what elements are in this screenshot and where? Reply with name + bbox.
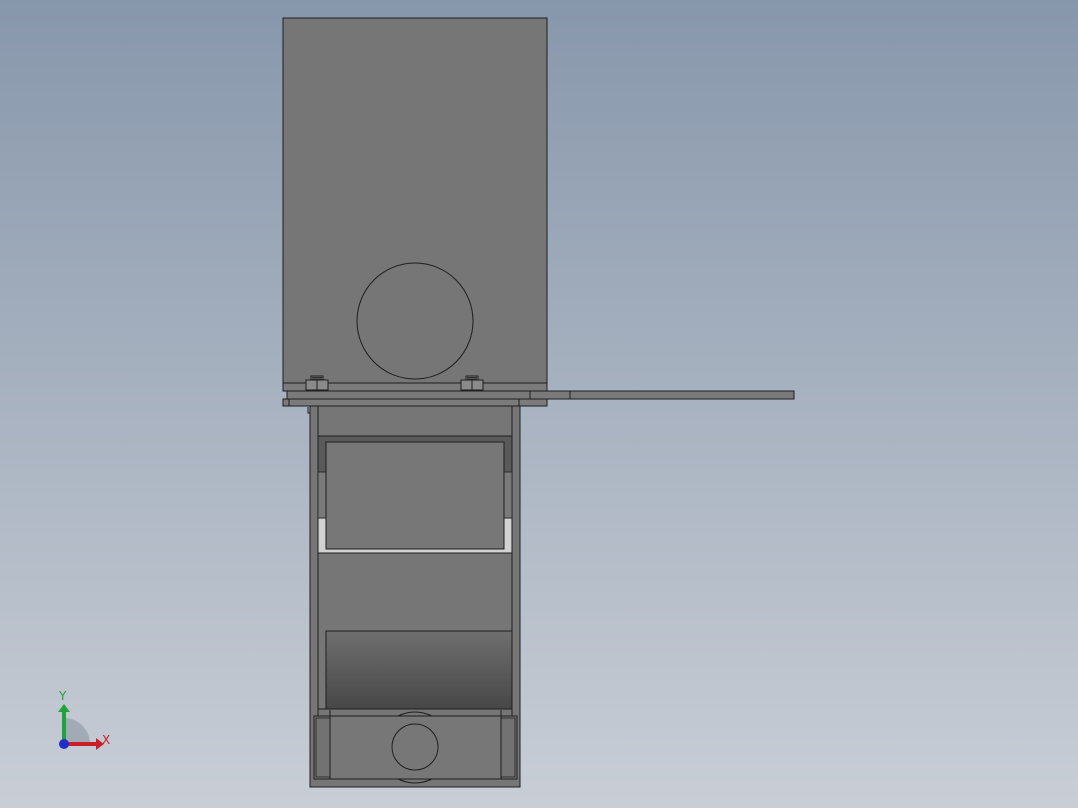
- y-axis-label: Y: [58, 689, 67, 703]
- window-side-left: [317, 471, 327, 519]
- gradient-block: [325, 630, 513, 710]
- lower-plate: [282, 398, 548, 407]
- shaft-bore-circle: [356, 262, 474, 380]
- z-axis-dot: [59, 739, 69, 749]
- base-plate: [286, 390, 571, 400]
- window-panel: [325, 441, 505, 550]
- graphics-viewport[interactable]: X Y: [0, 0, 1078, 808]
- cap-bore-circle: [391, 723, 439, 771]
- y-axis-arrow: [58, 704, 70, 712]
- cad-model-view[interactable]: [0, 0, 1078, 808]
- cap-right-tab: [500, 717, 516, 778]
- window-side-right: [503, 471, 513, 519]
- x-axis-label: X: [102, 733, 110, 747]
- extension-arm: [569, 390, 795, 400]
- triad-arc: [64, 718, 90, 744]
- coordinate-triad: X Y: [58, 689, 110, 750]
- cap-left-tab: [315, 717, 331, 778]
